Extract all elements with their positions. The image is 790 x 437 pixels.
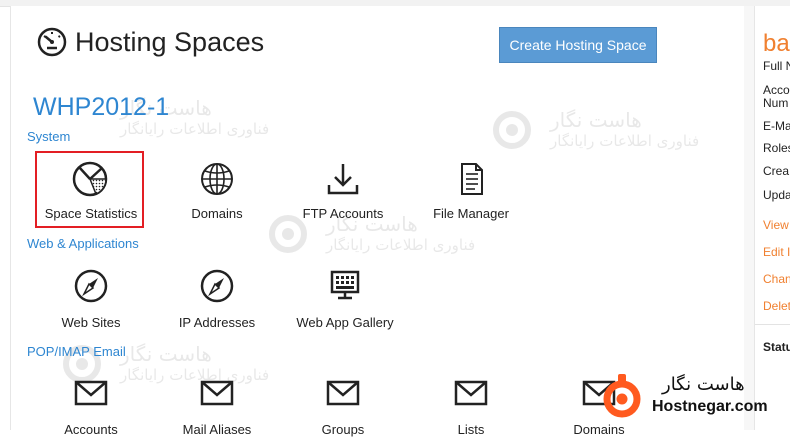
panel-divider xyxy=(755,324,790,325)
field-roles: Roles xyxy=(763,141,790,155)
ftp-accounts-tile[interactable]: FTP Accounts xyxy=(278,158,408,221)
account-title: ba xyxy=(763,30,790,57)
domains-tile[interactable]: Domains xyxy=(152,158,282,221)
ip-addresses-label: IP Addresses xyxy=(178,315,256,330)
file-manager-tile[interactable]: File Manager xyxy=(406,158,536,221)
account-details-panel: ba Full N Acco Num E-Ma Roles Crea Upda … xyxy=(754,6,790,430)
web-sites-label: Web Sites xyxy=(61,315,121,330)
section-system: System xyxy=(27,129,71,144)
ip-addresses-tile[interactable]: IP Addresses xyxy=(152,266,282,330)
field-created: Crea xyxy=(763,164,790,178)
field-email: E-Ma xyxy=(763,119,790,133)
space-name[interactable]: WHP2012-1 xyxy=(33,93,169,122)
highlight-box xyxy=(35,151,144,228)
email-accounts-tile[interactable]: Accounts xyxy=(26,378,156,437)
panel-gap xyxy=(744,6,754,430)
status-label: Statu xyxy=(763,340,790,354)
email-lists-tile[interactable]: Lists xyxy=(406,378,536,437)
link-delete[interactable]: Delet xyxy=(763,299,790,313)
gauge-icon xyxy=(37,27,67,57)
web-app-gallery-tile[interactable]: Web App Gallery xyxy=(280,266,410,330)
envelope-icon xyxy=(454,380,488,406)
section-pop-imap-email: POP/IMAP Email xyxy=(27,344,126,359)
domains-label: Domains xyxy=(191,206,243,221)
compass-icon xyxy=(200,269,234,303)
envelope-icon xyxy=(326,380,360,406)
monitor-icon xyxy=(330,270,360,300)
brand-domain: Hostnegar.com xyxy=(652,398,768,415)
web-app-gallery-label: Web App Gallery xyxy=(296,315,394,330)
file-manager-label: File Manager xyxy=(433,206,509,221)
field-full-name: Full N xyxy=(763,59,790,73)
globe-icon xyxy=(201,163,233,195)
brand-mark-icon xyxy=(603,374,641,418)
link-change[interactable]: Chan xyxy=(763,272,790,286)
page-title: Hosting Spaces xyxy=(75,27,265,57)
mail-aliases-tile[interactable]: Mail Aliases xyxy=(152,378,282,437)
compass-icon xyxy=(74,269,108,303)
brand-logo: هاست نگار Hostnegar.com xyxy=(600,368,790,424)
brand-persian: هاست نگار xyxy=(662,374,745,395)
web-sites-tile[interactable]: Web Sites xyxy=(26,266,156,330)
download-icon xyxy=(327,164,359,195)
ftp-accounts-label: FTP Accounts xyxy=(302,206,384,221)
envelope-icon xyxy=(74,380,108,406)
email-groups-tile[interactable]: Groups xyxy=(278,378,408,437)
link-edit[interactable]: Edit I xyxy=(763,245,790,259)
field-account: Acco xyxy=(763,83,790,97)
envelope-icon xyxy=(200,380,234,406)
document-icon xyxy=(461,163,483,195)
link-view[interactable]: View xyxy=(763,218,789,232)
section-web-applications: Web & Applications xyxy=(27,236,139,251)
create-hosting-space-button[interactable]: Create Hosting Space xyxy=(499,27,657,63)
field-number: Num xyxy=(763,96,789,110)
field-updated: Upda xyxy=(763,188,790,202)
